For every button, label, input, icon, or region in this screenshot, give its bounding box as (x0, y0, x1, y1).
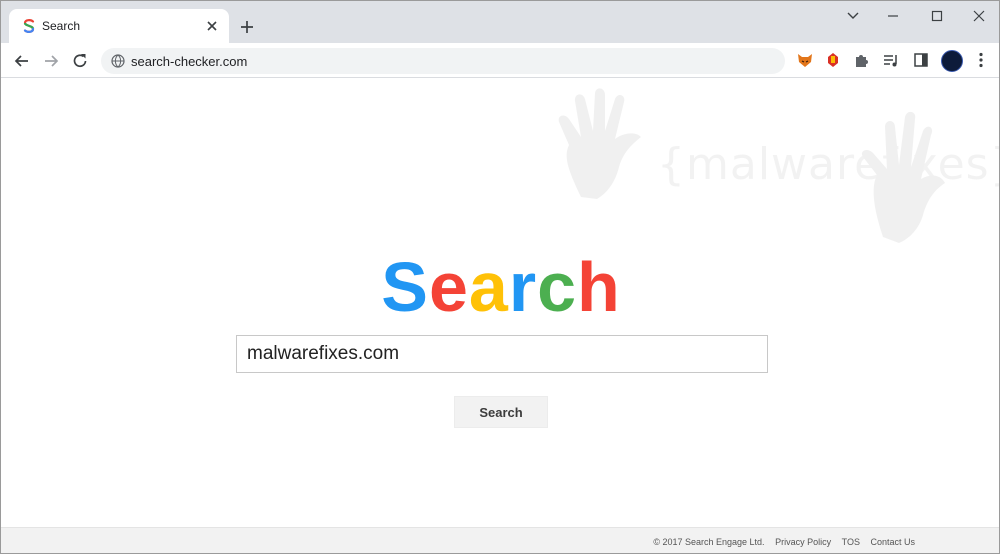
tab-title: Search (42, 19, 81, 33)
s-logo-icon (23, 19, 35, 33)
forward-arrow-icon[interactable] (41, 51, 61, 71)
chevron-down-icon[interactable] (843, 8, 863, 24)
logo-letter: e (428, 248, 469, 326)
reload-icon[interactable] (70, 51, 90, 71)
close-icon[interactable] (203, 17, 221, 35)
browser-toolbar: search-checker.com (1, 43, 999, 78)
hand-print-icon (558, 88, 641, 199)
copyright-text: © 2017 Search Engage Ltd. (653, 537, 765, 547)
sidepanel-icon[interactable] (912, 51, 930, 69)
alert-extension-icon[interactable] (824, 51, 842, 69)
logo-letter: S (381, 248, 429, 326)
maximize-icon[interactable] (927, 8, 947, 24)
search-button[interactable]: Search (454, 396, 548, 428)
avatar[interactable] (941, 50, 963, 72)
address-bar[interactable]: search-checker.com (101, 48, 785, 74)
footer-links: © 2017 Search Engage Ltd. Privacy Policy… (645, 537, 915, 547)
minimize-icon[interactable] (883, 8, 903, 24)
browser-window: Search search-checker.com {malwarefixes}… (0, 0, 1000, 554)
menu-dots-icon[interactable] (973, 51, 989, 69)
footer: © 2017 Search Engage Ltd. Privacy Policy… (1, 527, 999, 553)
logo-letter: h (577, 248, 621, 326)
fox-extension-icon[interactable] (796, 51, 814, 69)
new-tab-icon[interactable] (237, 17, 257, 37)
tab-strip: Search (1, 1, 999, 43)
close-window-icon[interactable] (969, 8, 989, 24)
favicon-icon (21, 18, 37, 34)
logo-letter: r (508, 248, 538, 326)
tab-search[interactable]: Search (9, 9, 229, 43)
privacy-policy-link[interactable]: Privacy Policy (775, 537, 831, 547)
tos-link[interactable]: TOS (842, 537, 860, 547)
watermark: {malwarefixes} (551, 87, 999, 247)
puzzle-icon[interactable] (853, 51, 871, 69)
logo-letter: c (537, 248, 577, 326)
contact-us-link[interactable]: Contact Us (870, 537, 915, 547)
hand-print-right-icon (861, 111, 945, 244)
globe-icon[interactable] (111, 54, 125, 68)
search-input[interactable] (236, 335, 768, 373)
back-arrow-icon[interactable] (12, 51, 32, 71)
search-logo: Search (1, 247, 999, 327)
logo-letter: a (468, 248, 509, 326)
url-text[interactable]: search-checker.com (131, 54, 247, 69)
playlist-icon[interactable] (882, 51, 900, 69)
